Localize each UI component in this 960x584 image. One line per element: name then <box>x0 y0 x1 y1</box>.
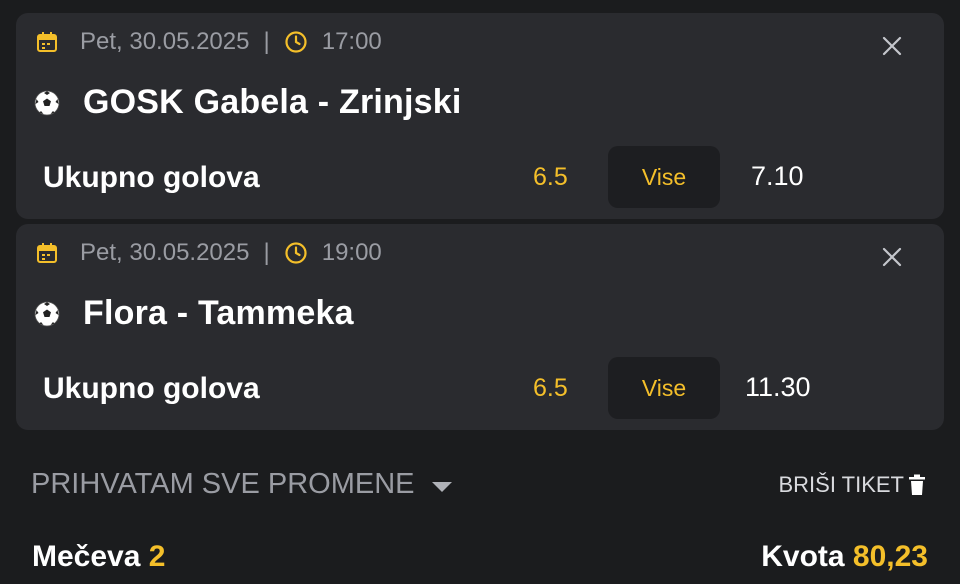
match-teams: GOSK Gabela - Zrinjski <box>34 83 462 122</box>
market-line: 6.5 <box>533 374 568 402</box>
pick-button[interactable]: Vise <box>608 357 720 419</box>
matches-label: Mečeva <box>32 540 141 573</box>
match-date: Pet, 30.05.2025 <box>80 28 250 55</box>
trash-icon <box>909 474 925 495</box>
match-card: Pet, 30.05.2025 | 17:00 GOSK Gabela - Zr… <box>16 13 944 219</box>
match-datetime: Pet, 30.05.2025 | 17:00 <box>36 27 382 57</box>
caret-down-icon <box>431 481 452 492</box>
calendar-icon <box>37 243 57 263</box>
odd-value: 7.10 <box>751 161 804 191</box>
odds-value: 80,23 <box>852 540 928 573</box>
pick-button[interactable]: Vise <box>608 146 720 208</box>
close-icon[interactable] <box>878 243 906 271</box>
match-time: 17:00 <box>321 28 382 55</box>
soccer-ball-icon <box>34 90 60 115</box>
date-time-separator: | <box>263 28 270 55</box>
market-line: 6.5 <box>533 163 568 191</box>
odd-value: 11.30 <box>745 372 811 402</box>
odds-label: Kvota <box>761 540 845 573</box>
accept-changes-label: PRIHVATAM SVE PROMENE <box>31 468 415 500</box>
match-date: Pet, 30.05.2025 <box>80 239 250 266</box>
market-name: Ukupno golova <box>43 372 260 405</box>
soccer-ball-icon <box>34 301 60 326</box>
clock-icon <box>285 242 307 264</box>
delete-ticket-button[interactable]: BRIŠI TIKET <box>778 472 926 498</box>
teams-label: Flora - Tammeka <box>83 294 354 332</box>
match-time: 19:00 <box>321 239 382 266</box>
calendar-icon <box>37 32 57 52</box>
close-icon[interactable] <box>878 32 906 60</box>
market-name: Ukupno golova <box>43 161 260 194</box>
clock-icon <box>285 31 307 53</box>
teams-label: GOSK Gabela - Zrinjski <box>83 83 462 121</box>
matches-count: Mečeva 2 <box>32 540 165 574</box>
date-time-separator: | <box>263 239 270 266</box>
match-teams: Flora - Tammeka <box>34 294 354 333</box>
match-card: Pet, 30.05.2025 | 19:00 Flora - Tammeka … <box>16 224 944 430</box>
match-datetime: Pet, 30.05.2025 | 19:00 <box>36 238 382 268</box>
delete-ticket-label: BRIŠI TIKET <box>778 472 904 497</box>
accept-changes-dropdown[interactable]: PRIHVATAM SVE PROMENE <box>31 468 452 501</box>
total-odds: Kvota 80,23 <box>761 540 928 574</box>
matches-number: 2 <box>148 540 166 573</box>
